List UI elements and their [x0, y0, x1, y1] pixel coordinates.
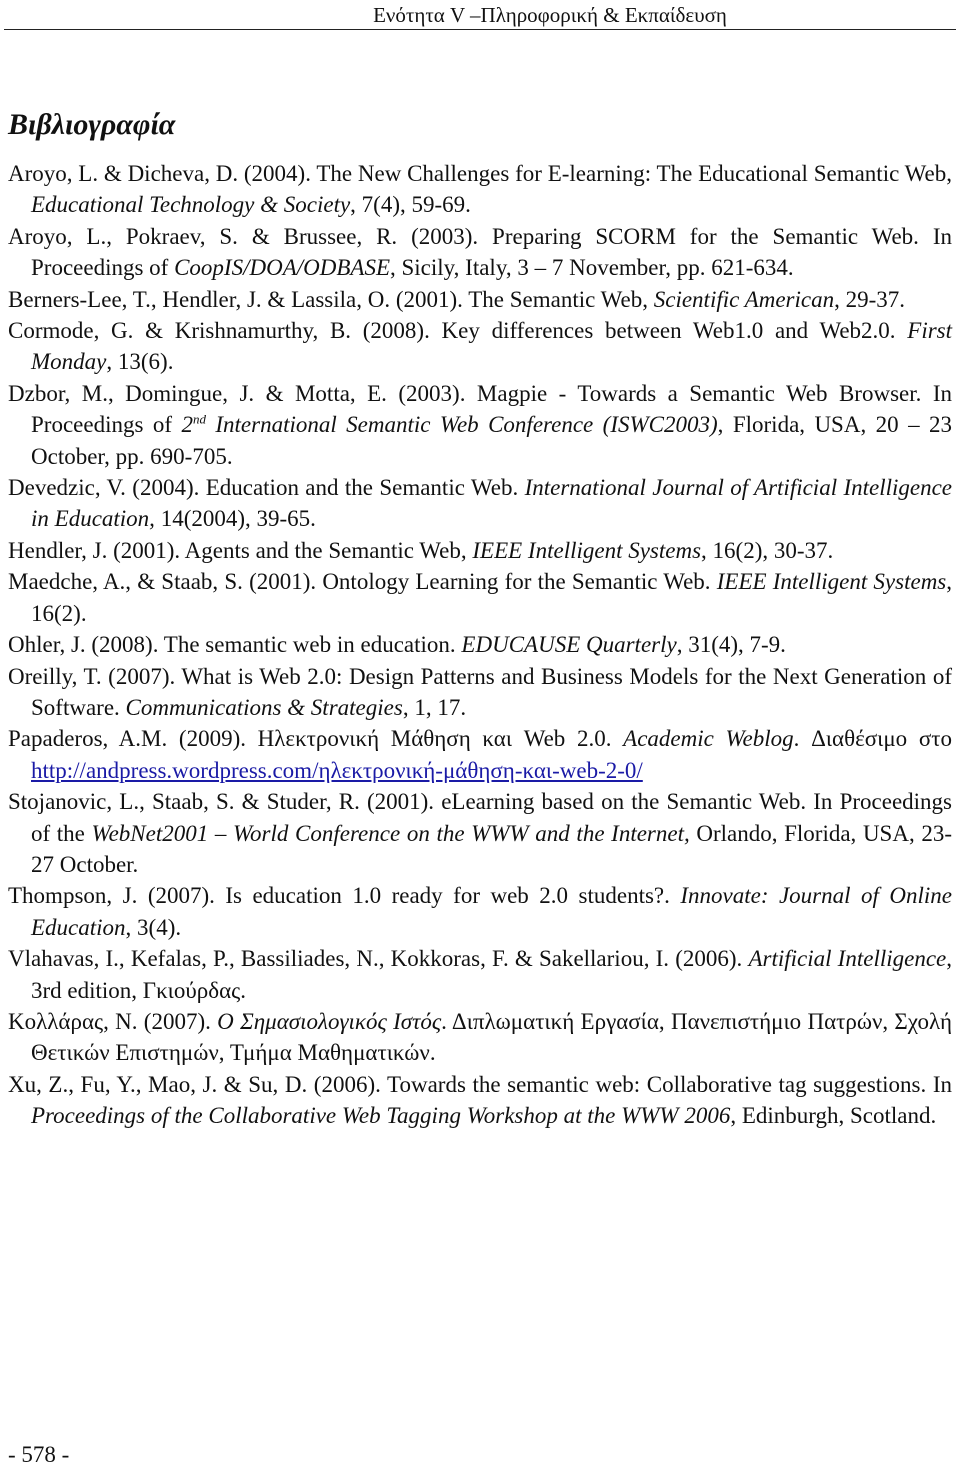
reference-item: Hendler, J. (2001). Agents and the Seman…	[8, 535, 952, 566]
section-title: Βιβλιογραφία	[8, 108, 176, 141]
reference-details: , 29-37.	[834, 286, 905, 312]
reference-details: , 13(6).	[106, 349, 174, 375]
reference-item: Papaderos, A.M. (2009). Ηλεκτρονική Μάθη…	[8, 723, 952, 786]
reference-item: Aroyo, L. & Dicheva, D. (2004). The New …	[8, 158, 952, 221]
reference-source: Educational Technology & Society	[31, 192, 351, 218]
reference-text: Maedche, A., & Staab, S. (2001). Ontolog…	[8, 569, 717, 595]
reference-source: CoopIS/DOA/ODBASE	[174, 255, 390, 281]
reference-item: Aroyo, L., Pokraev, S. & Brussee, R. (20…	[8, 221, 952, 284]
reference-source: Communications & Strategies	[125, 694, 403, 720]
reference-text: Aroyo, L. & Dicheva, D. (2004). The New …	[8, 161, 952, 186]
reference-item: Stojanovic, L., Staab, S. & Studer, R. (…	[8, 786, 952, 880]
reference-details: 14(2004), 39-65.	[154, 506, 316, 532]
reference-item: Xu, Z., Fu, Y., Mao, J. & Su, D. (2006).…	[8, 1069, 952, 1132]
header-rule	[4, 29, 956, 30]
reference-details: , 1, 17.	[402, 694, 467, 720]
reference-item: Maedche, A., & Staab, S. (2001). Ontolog…	[8, 566, 952, 629]
reference-item: Ohler, J. (2008). The semantic web in ed…	[8, 629, 952, 660]
reference-text: Xu, Z., Fu, Y., Mao, J. & Su, D. (2006).…	[8, 1071, 952, 1097]
reference-text: Vlahavas, I., Kefalas, P., Bassiliades, …	[8, 946, 749, 972]
reference-item: Κολλάρας, Ν. (2007). Ο Σημασιολογικός Ισ…	[8, 1006, 952, 1069]
reference-link[interactable]: http://andpress.wordpress.com/ηλεκτρονικ…	[31, 758, 643, 783]
reference-item: Thompson, J. (2007). Is education 1.0 re…	[8, 880, 952, 943]
reference-source: Academic Weblog	[623, 726, 794, 752]
reference-source: EDUCAUSE Quarterly	[461, 632, 677, 658]
reference-details: . Διαθέσιμο στο	[793, 726, 952, 752]
reference-text: Hendler, J. (2001). Agents and the Seman…	[8, 537, 473, 563]
reference-text: Papaderos, A.M. (2009). Ηλεκτρονική Μάθη…	[8, 726, 624, 752]
reference-details: , Edinburgh, Scotland.	[730, 1103, 937, 1129]
reference-text: Thompson, J. (2007). Is education 1.0 re…	[8, 883, 681, 909]
page-number: - 578 -	[8, 1442, 70, 1467]
reference-ordinal: 2	[181, 412, 193, 438]
reference-item: Oreilly, T. (2007). What is Web 2.0: Des…	[8, 661, 952, 724]
reference-item: Dzbor, M., Domingue, J. & Motta, E. (200…	[8, 378, 952, 472]
reference-details: , 3(4).	[125, 914, 182, 940]
ordinal-suffix: nd	[192, 411, 206, 427]
reference-source: Proceedings of the Collaborative Web Tag…	[31, 1103, 731, 1129]
reference-source: IEEE Intelligent Systems	[472, 537, 702, 563]
reference-source: IEEE Intelligent Systems	[716, 569, 947, 595]
reference-details: , 31(4), 7-9.	[676, 632, 786, 658]
reference-item: Devedzic, V. (2004). Education and the S…	[8, 472, 952, 535]
reference-text: Cormode, G. & Krishnamurthy, B. (2008). …	[8, 318, 908, 344]
reference-details: , 16(2), 30-37.	[701, 537, 834, 563]
reference-list: Aroyo, L. & Dicheva, D. (2004). The New …	[8, 158, 952, 1132]
reference-text: Κολλάρας, Ν. (2007).	[8, 1008, 218, 1034]
reference-item: Berners-Lee, T., Hendler, J. & Lassila, …	[8, 284, 952, 315]
reference-text: Devedzic, V. (2004). Education and the S…	[8, 475, 525, 501]
reference-text: Berners-Lee, T., Hendler, J. & Lassila, …	[8, 286, 654, 312]
reference-details: , Sicily, Italy, 3 – 7 November, pp. 621…	[390, 255, 794, 281]
reference-source: WebNet2001 – World Conference on the WWW…	[91, 820, 690, 846]
reference-text: Ohler, J. (2008). The semantic web in ed…	[8, 632, 462, 658]
reference-source: Artificial Intelligence	[748, 946, 947, 972]
reference-item: Vlahavas, I., Kefalas, P., Bassiliades, …	[8, 943, 952, 1006]
reference-source: International Semantic Web Conference (I…	[205, 412, 718, 438]
reference-details: , 7(4), 59-69.	[350, 192, 471, 218]
reference-item: Cormode, G. & Krishnamurthy, B. (2008). …	[8, 315, 952, 378]
reference-source: Scientific American	[653, 286, 835, 312]
reference-source: Ο Σημασιολογικός Ιστός	[217, 1008, 442, 1034]
